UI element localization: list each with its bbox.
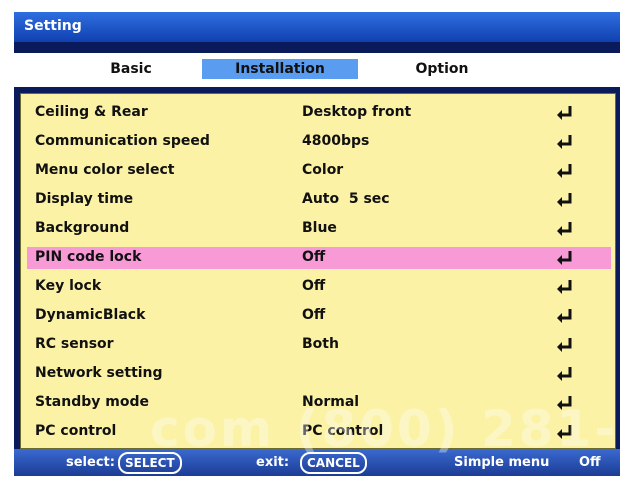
enter-arrow-icon bbox=[557, 193, 572, 207]
footer-bar: select: SELECT exit: CANCEL Simple menu … bbox=[14, 449, 620, 476]
enter-arrow-icon bbox=[557, 367, 572, 381]
title-bar: Setting bbox=[14, 12, 620, 42]
setting-name: PC control bbox=[35, 423, 117, 439]
enter-arrow-icon bbox=[557, 135, 572, 149]
setting-name: Key lock bbox=[35, 278, 102, 294]
enter-arrow-icon bbox=[557, 222, 572, 236]
setting-name: Network setting bbox=[35, 365, 163, 381]
setting-value: Desktop front bbox=[302, 104, 412, 120]
tab-basic[interactable]: Basic bbox=[86, 59, 176, 79]
setting-name: Ceiling & Rear bbox=[35, 104, 148, 120]
enter-arrow-icon bbox=[557, 309, 572, 323]
setting-name: Background bbox=[35, 220, 130, 236]
setting-row-pin-code-lock[interactable]: PIN code lock Off bbox=[27, 247, 611, 269]
setting-name: PIN code lock bbox=[35, 249, 142, 265]
simple-menu-value: Off bbox=[579, 455, 601, 470]
enter-arrow-icon bbox=[557, 106, 572, 120]
setting-name: DynamicBlack bbox=[35, 307, 146, 323]
setting-row-ceiling-rear[interactable]: Ceiling & Rear Desktop front bbox=[27, 102, 611, 124]
setting-row-rc-sensor[interactable]: RC sensor Both bbox=[27, 334, 611, 356]
setting-value: Normal bbox=[302, 394, 360, 410]
select-key-badge: SELECT bbox=[118, 452, 182, 474]
setting-row-dynamicblack[interactable]: DynamicBlack Off bbox=[27, 305, 611, 327]
setting-value: Auto 5 sec bbox=[302, 191, 390, 207]
setting-value: Off bbox=[302, 249, 326, 265]
enter-arrow-icon bbox=[557, 251, 572, 265]
enter-arrow-icon bbox=[557, 164, 572, 178]
setting-name: Menu color select bbox=[35, 162, 175, 178]
setting-value: Off bbox=[302, 278, 326, 294]
select-hint-label: select: bbox=[66, 455, 115, 470]
setting-row-display-time[interactable]: Display time Auto 5 sec bbox=[27, 189, 611, 211]
settings-panel: Ceiling & Rear Desktop front Communicati… bbox=[20, 93, 616, 449]
setting-row-network-setting[interactable]: Network setting bbox=[27, 363, 611, 385]
menu-title: Setting bbox=[24, 18, 82, 34]
setting-row-pc-control[interactable]: PC control PC control bbox=[27, 421, 611, 443]
setting-row-background[interactable]: Background Blue bbox=[27, 218, 611, 240]
setting-value: Color bbox=[302, 162, 344, 178]
setting-value: Off bbox=[302, 307, 326, 323]
setting-value: 4800bps bbox=[302, 133, 370, 149]
setting-name: Communication speed bbox=[35, 133, 210, 149]
setting-row-menu-color-select[interactable]: Menu color select Color bbox=[27, 160, 611, 182]
setting-row-key-lock[interactable]: Key lock Off bbox=[27, 276, 611, 298]
enter-arrow-icon bbox=[557, 425, 572, 439]
setting-name: RC sensor bbox=[35, 336, 114, 352]
setting-value: Blue bbox=[302, 220, 337, 236]
setting-name: Display time bbox=[35, 191, 134, 207]
setting-row-standby-mode[interactable]: Standby mode Normal bbox=[27, 392, 611, 414]
setting-menu: Setting Basic Installation Option Ceilin… bbox=[14, 12, 620, 476]
enter-arrow-icon bbox=[557, 338, 572, 352]
setting-name: Standby mode bbox=[35, 394, 149, 410]
simple-menu-label: Simple menu bbox=[454, 455, 550, 470]
enter-arrow-icon bbox=[557, 280, 572, 294]
setting-row-communication-speed[interactable]: Communication speed 4800bps bbox=[27, 131, 611, 153]
tab-installation[interactable]: Installation bbox=[202, 59, 358, 79]
exit-hint-label: exit: bbox=[256, 455, 290, 470]
setting-value: PC control bbox=[302, 423, 384, 439]
tab-bar: Basic Installation Option bbox=[14, 53, 620, 87]
setting-value: Both bbox=[302, 336, 339, 352]
tab-option[interactable]: Option bbox=[402, 59, 482, 79]
cancel-key-badge: CANCEL bbox=[300, 452, 367, 474]
enter-arrow-icon bbox=[557, 396, 572, 410]
